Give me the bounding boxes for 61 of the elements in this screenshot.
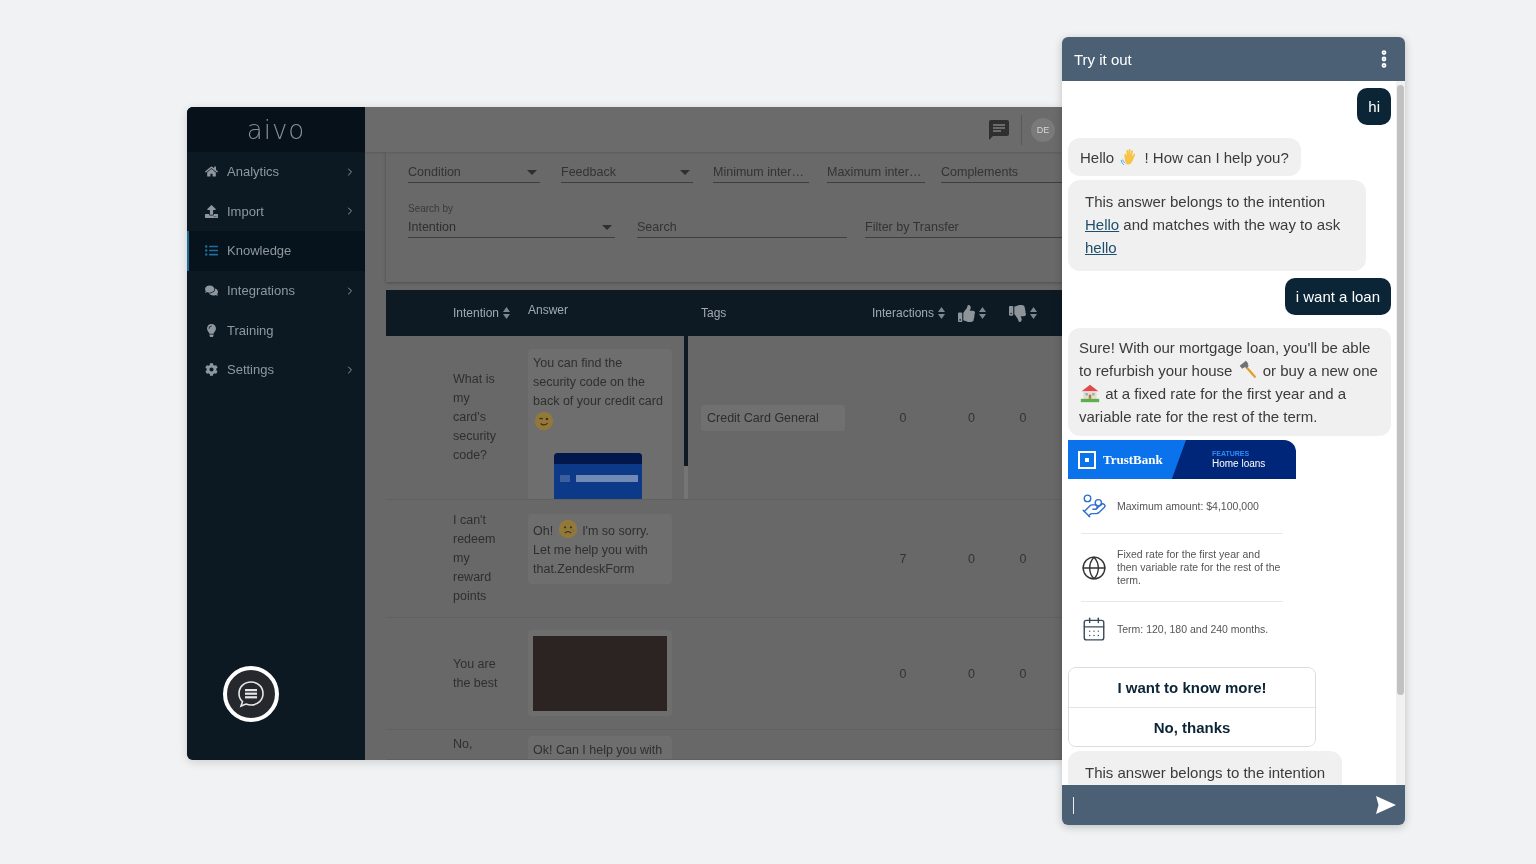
scrollbar-thumb[interactable]	[684, 336, 688, 466]
hand-with-money-icon	[1081, 493, 1107, 519]
chat-bubbles-icon	[205, 284, 218, 298]
column-header: Interactions	[871, 306, 934, 320]
logo: aivo	[246, 114, 306, 145]
bot-message: Sure! With our mortgage loan, you'll be able to refurbish your house or buy a new one at a fixed rate for the first year and a variable rate for the rest of the term.	[1068, 328, 1391, 436]
feature-text: Maximum amount: $4,100,000	[1117, 499, 1260, 513]
column-header: Tags	[701, 306, 727, 320]
sort-icon[interactable]	[503, 307, 511, 319]
winking-face-icon	[534, 411, 554, 431]
tag: Credit Card General	[701, 404, 845, 431]
sad-face-icon	[557, 519, 578, 539]
thumbs-up-icon[interactable]	[957, 304, 975, 322]
scrollbar-thumb[interactable]	[1397, 85, 1404, 695]
user-message: i want a loan	[1284, 278, 1391, 315]
intention-link[interactable]: Hello	[1085, 216, 1120, 233]
bank-logo-icon	[1078, 450, 1096, 469]
home-icon	[205, 165, 218, 179]
sidebar-item[interactable]: Analytics	[187, 152, 365, 192]
globe-icon	[1081, 554, 1107, 581]
intention-link[interactable]: hello	[1085, 239, 1117, 256]
feature-text: Fixed rate for the first year and then variable rate for the rest of the term.	[1117, 548, 1282, 587]
settings-icon	[205, 363, 218, 377]
caret-icon	[680, 170, 690, 175]
sidebar-item[interactable]: Training	[187, 310, 365, 350]
user-message: hi	[1357, 88, 1391, 125]
answer-text: Oh! I'm so sorry. Let me help you with that.ZendeskForm	[533, 519, 663, 579]
house-icon	[1080, 383, 1100, 403]
intention-info-message: This answer belongs to the intention	[1068, 751, 1343, 785]
sidebar-item[interactable]: Knowledge	[187, 231, 365, 271]
lightbulb-icon	[205, 323, 218, 337]
feature-text: Term: 120, 180 and 240 months.	[1117, 622, 1270, 636]
hammer-icon	[1237, 360, 1258, 380]
sort-icon[interactable]	[1030, 307, 1037, 319]
caret-icon	[602, 225, 612, 230]
chat-round-button[interactable]	[223, 666, 279, 722]
brand-name: TrustBank	[1103, 451, 1163, 468]
list-icon	[205, 244, 218, 258]
caret-icon	[527, 170, 537, 175]
sort-icon[interactable]	[938, 307, 945, 319]
chat-title: Try it out	[1074, 50, 1132, 68]
thumbs-down-icon[interactable]	[1009, 304, 1026, 322]
chat-icon[interactable]	[987, 117, 1011, 142]
column-header: Answer	[528, 303, 568, 317]
answer-text: You can find the security code on the back of your credit card	[533, 354, 663, 433]
card-title: Home loans	[1212, 458, 1266, 470]
column-header: Intention	[453, 306, 500, 320]
calendar-icon	[1081, 616, 1107, 642]
upload-icon	[205, 204, 218, 218]
table-cell-text: You are the best	[453, 655, 499, 692]
sidebar-item[interactable]: Integrations	[187, 270, 365, 311]
quick-reply-button[interactable]: No, thanks	[1069, 707, 1315, 746]
bot-message: Hello ! How can I help you?	[1068, 138, 1301, 176]
send-icon	[1375, 795, 1397, 815]
send-button[interactable]	[1375, 795, 1397, 815]
intention-info-message: This answer belongs to the intention Hello and matches with the way to ask hello	[1068, 180, 1366, 271]
chat-icon	[235, 678, 267, 710]
sort-icon[interactable]	[978, 307, 986, 319]
table-cell-text: No,	[453, 736, 474, 753]
sidebar-item[interactable]: Settings	[187, 349, 365, 390]
sidebar-item[interactable]: Import	[187, 191, 365, 232]
